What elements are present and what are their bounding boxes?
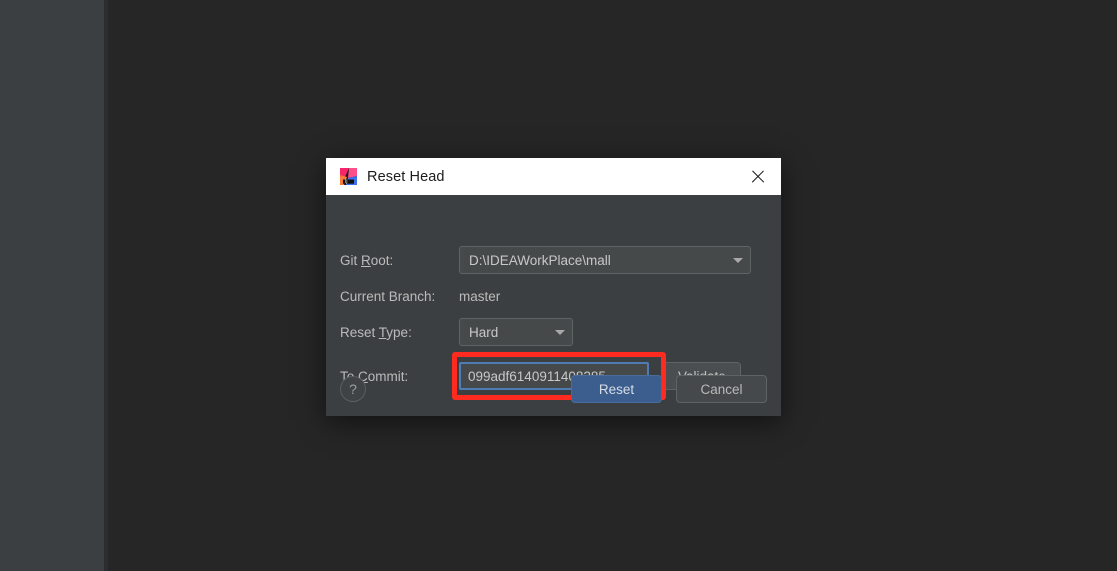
current-branch-row: Current Branch: master bbox=[326, 281, 781, 311]
git-root-combobox[interactable]: D:\IDEAWorkPlace\mall bbox=[459, 246, 751, 274]
git-root-label: Git Root: bbox=[340, 252, 394, 268]
reset-button[interactable]: Reset bbox=[571, 375, 662, 403]
chevron-down-icon[interactable] bbox=[548, 319, 572, 345]
reset-head-dialog: IJ Reset Head Git Root: D:\IDEAWorkPlace… bbox=[326, 158, 781, 416]
svg-text:IJ: IJ bbox=[345, 179, 348, 185]
close-icon[interactable] bbox=[745, 164, 771, 190]
cancel-button[interactable]: Cancel bbox=[676, 375, 767, 403]
reset-type-row: Reset Type: Hard bbox=[326, 317, 781, 347]
reset-type-value: Hard bbox=[469, 324, 499, 340]
help-button[interactable]: ? bbox=[340, 376, 366, 402]
dialog-footer: ? Reset Cancel bbox=[326, 374, 781, 404]
current-branch-label: Current Branch: bbox=[340, 288, 436, 304]
current-branch-value: master bbox=[459, 288, 501, 304]
ide-left-tool-panel bbox=[0, 0, 104, 571]
reset-type-combobox[interactable]: Hard bbox=[459, 318, 573, 346]
intellij-idea-logo-icon: IJ bbox=[340, 168, 357, 185]
git-root-row: Git Root: D:\IDEAWorkPlace\mall bbox=[326, 245, 781, 275]
dialog-titlebar[interactable]: IJ Reset Head bbox=[326, 158, 781, 195]
reset-type-label: Reset Type: bbox=[340, 324, 412, 340]
chevron-down-icon[interactable] bbox=[726, 247, 750, 273]
dialog-body: Git Root: D:\IDEAWorkPlace\mall Current … bbox=[326, 195, 781, 416]
git-root-value: D:\IDEAWorkPlace\mall bbox=[469, 252, 611, 268]
dialog-title: Reset Head bbox=[367, 168, 445, 185]
